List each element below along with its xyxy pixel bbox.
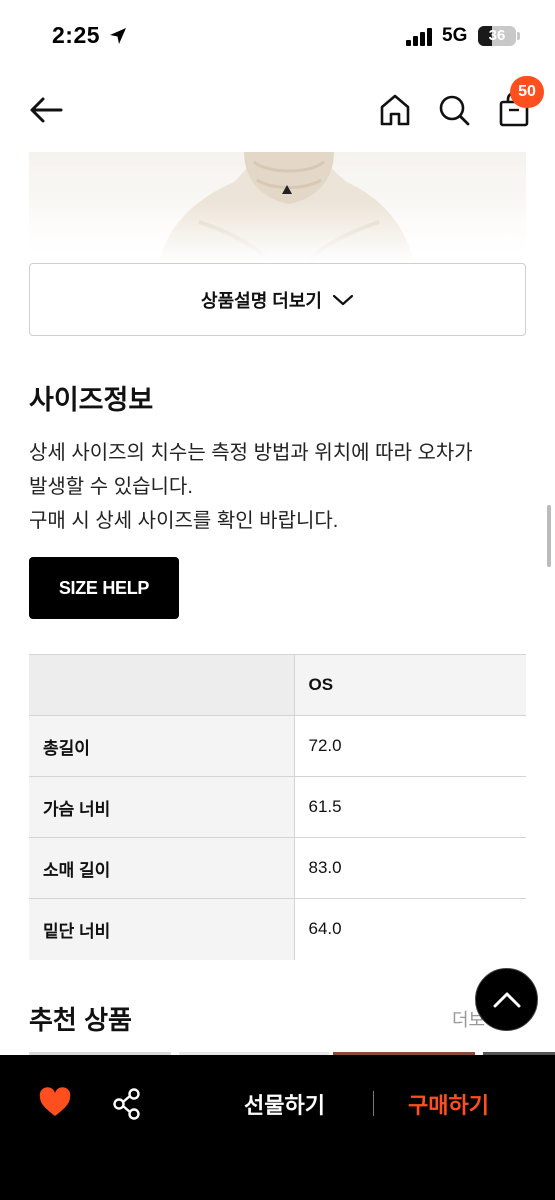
signal-icon [406, 28, 434, 46]
measurement-label: 소매 길이 [29, 837, 295, 899]
size-help-button[interactable]: SIZE HELP [29, 557, 179, 619]
status-time: 2:25 [52, 22, 101, 48]
battery-icon: 36 [478, 26, 516, 46]
measurement-label: 총길이 [29, 715, 295, 777]
battery-level: 36 [488, 27, 506, 44]
heart-icon[interactable] [38, 1087, 72, 1119]
arrow-left-icon[interactable] [28, 94, 64, 126]
location-arrow-icon [110, 28, 126, 44]
measurement-value: 64.0 [293, 898, 526, 960]
size-info-line: 상세 사이즈의 치수는 측정 방법과 위치에 따라 오차가 [29, 442, 473, 464]
home-icon[interactable] [378, 92, 412, 128]
status-bar: 2:25 5G 36 [0, 0, 555, 72]
battery-tip [517, 32, 520, 40]
size-column-header: OS [293, 654, 526, 716]
measurement-value: 83.0 [293, 837, 526, 899]
top-nav [0, 72, 555, 152]
size-info-description: 상세 사이즈의 치수는 측정 방법과 위치에 따라 오차가 발생할 수 있습니다… [29, 436, 529, 538]
table-row: 총길이 72.0 [29, 715, 526, 777]
scroll-to-top-button[interactable] [475, 968, 538, 1031]
recommended-title: 추천 상품 [29, 1005, 132, 1035]
chevron-up-icon [493, 992, 520, 1007]
table-row: 가슴 너비 61.5 [29, 776, 526, 838]
chevron-down-icon [332, 294, 354, 305]
more-description-button[interactable]: 상품설명 더보기 [29, 263, 526, 336]
table-row: 밑단 너비 64.0 [29, 898, 526, 960]
more-description-label: 상품설명 더보기 [201, 290, 322, 311]
search-icon[interactable] [437, 92, 471, 128]
size-table-corner [29, 654, 295, 716]
share-icon[interactable] [112, 1088, 142, 1120]
measurement-value: 72.0 [293, 715, 526, 777]
size-info-title: 사이즈정보 [29, 385, 154, 415]
scrollbar[interactable] [547, 505, 551, 567]
table-row: 소매 길이 83.0 [29, 837, 526, 899]
measurement-value: 61.5 [293, 776, 526, 838]
product-photo [29, 152, 526, 262]
size-info-line: 구매 시 상세 사이즈를 확인 바랍니다. [29, 510, 339, 532]
size-info-line: 발생할 수 있습니다. [29, 476, 193, 498]
bar-divider [373, 1091, 374, 1116]
size-table: OS 총길이 72.0 가슴 너비 61.5 소매 길이 83.0 밑단 너비 … [29, 654, 526, 960]
bottom-action-bar [0, 1055, 555, 1200]
measurement-label: 밑단 너비 [29, 898, 295, 960]
network-type: 5G [442, 25, 468, 46]
buy-button[interactable]: 구매하기 [408, 1088, 489, 1120]
size-table-header: OS [29, 654, 526, 716]
product-image [29, 152, 526, 262]
cart-count-badge: 50 [510, 76, 544, 108]
measurement-label: 가슴 너비 [29, 776, 295, 838]
gift-button[interactable]: 선물하기 [244, 1088, 325, 1120]
